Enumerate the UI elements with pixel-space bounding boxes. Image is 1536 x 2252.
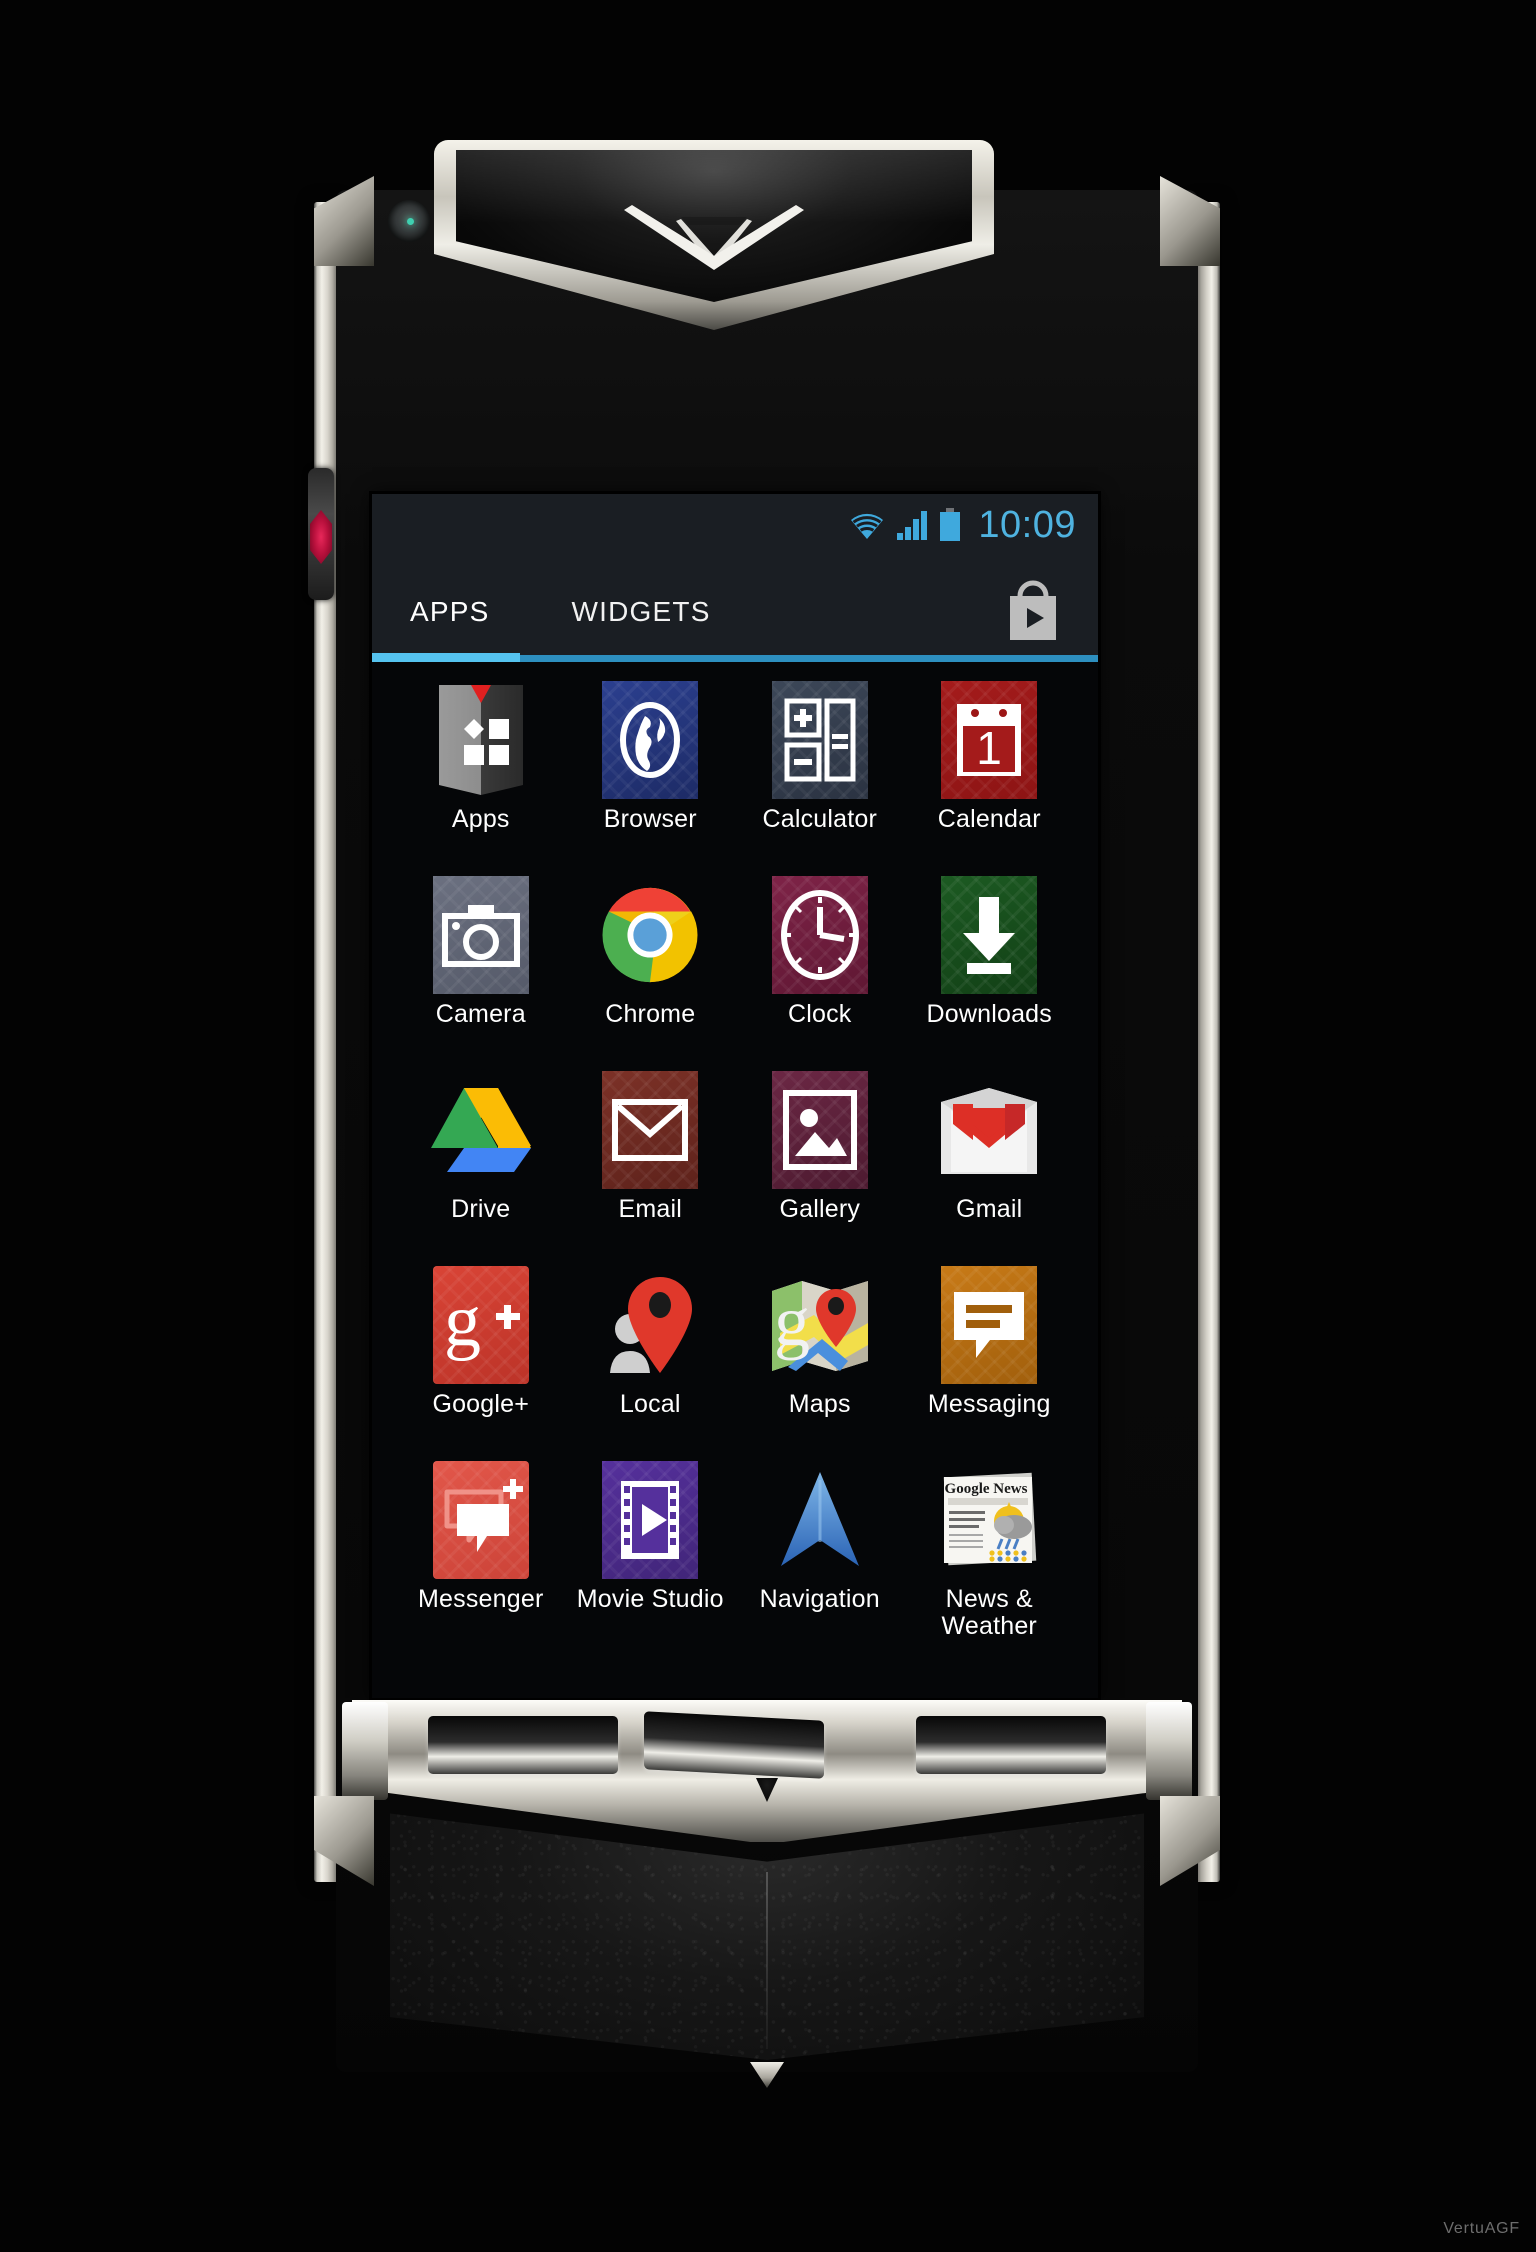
vertu-ti-phone: 10:09 APPS WIDGETS Apps Browser Calculat… <box>308 140 1220 2088</box>
chrome-slot <box>916 1716 1106 1774</box>
camera-icon <box>430 875 532 995</box>
navigation-arrow-icon <box>769 1460 871 1580</box>
app-label: Drive <box>451 1195 511 1223</box>
app-item-messaging[interactable]: Messaging <box>907 1265 1073 1460</box>
app-item-movie-studio[interactable]: Movie Studio <box>568 1460 734 1655</box>
app-label: Email <box>618 1195 682 1223</box>
gallery-photo-icon <box>769 1070 871 1190</box>
google-plus-icon: g <box>430 1265 532 1385</box>
app-grid: Apps Browser Calculator 1 Calendar Camer… <box>372 662 1098 1698</box>
front-camera-lens <box>388 200 430 242</box>
bottom-chrome-tip <box>750 2062 784 2088</box>
app-label: Gallery <box>779 1195 861 1223</box>
drawer-tab-bar: APPS WIDGETS <box>372 556 1098 662</box>
app-label: Navigation <box>759 1585 880 1613</box>
email-envelope-icon <box>599 1070 701 1190</box>
app-label: Chrome <box>605 1000 696 1028</box>
app-item-local[interactable]: Local <box>568 1265 734 1460</box>
app-item-browser[interactable]: Browser <box>568 680 734 875</box>
phone-screen: 10:09 APPS WIDGETS Apps Browser Calculat… <box>372 494 1098 1698</box>
svg-text:g: g <box>444 1287 481 1362</box>
chrome-icon <box>599 875 701 995</box>
app-item-calendar[interactable]: 1 Calendar <box>907 680 1073 875</box>
top-black-plate <box>456 150 972 302</box>
calendar-icon: 1 <box>938 680 1040 800</box>
app-label: Calculator <box>762 805 878 833</box>
messenger-icon <box>430 1460 532 1580</box>
screenshot-stage: 10:09 APPS WIDGETS Apps Browser Calculat… <box>0 0 1536 2252</box>
bottom-chrome-band <box>352 1700 1182 1842</box>
vertu-v-logo <box>624 205 804 270</box>
browser-globe-icon <box>599 680 701 800</box>
news-headline: Google News <box>945 1481 1028 1497</box>
app-label: Clock <box>787 1000 852 1028</box>
tab-underline-active <box>372 653 520 662</box>
app-label: Local <box>619 1390 681 1418</box>
app-label: Google+ <box>432 1390 530 1418</box>
app-label: News & Weather <box>941 1585 1037 1640</box>
app-item-gmail[interactable]: Gmail <box>907 1070 1073 1265</box>
chrome-end-cap-right <box>1146 1702 1192 1800</box>
app-label: Movie Studio <box>576 1585 724 1613</box>
app-item-navigation[interactable]: Navigation <box>737 1460 903 1655</box>
movie-studio-film-icon <box>599 1460 701 1580</box>
local-pin-icon <box>599 1265 701 1385</box>
svg-text:g: g <box>774 1281 810 1361</box>
app-label: Browser <box>603 805 697 833</box>
tab-apps[interactable]: APPS <box>410 590 490 628</box>
chrome-slot <box>428 1716 618 1774</box>
app-item-email[interactable]: Email <box>568 1070 734 1265</box>
chrome-slot <box>644 1711 824 1779</box>
app-item-maps[interactable]: g Maps <box>737 1265 903 1460</box>
google-drive-icon <box>430 1070 532 1190</box>
app-label: Downloads <box>926 1000 1052 1028</box>
app-item-news-weather[interactable]: Google News News & Weather <box>907 1460 1073 1655</box>
app-item-camera[interactable]: Camera <box>398 875 564 1070</box>
clock-icon <box>769 875 871 995</box>
app-item-apps[interactable]: Apps <box>398 680 564 875</box>
downloads-icon <box>938 875 1040 995</box>
app-item-chrome[interactable]: Chrome <box>568 875 734 1070</box>
cellular-signal-icon <box>897 511 928 540</box>
wifi-icon <box>851 513 884 539</box>
app-label: Apps <box>451 805 510 833</box>
app-label: Messaging <box>927 1390 1051 1418</box>
app-item-clock[interactable]: Clock <box>737 875 903 1070</box>
gmail-icon <box>938 1070 1040 1190</box>
calculator-icon <box>769 680 871 800</box>
app-label: Calendar <box>937 805 1041 833</box>
app-label: Gmail <box>956 1195 1023 1223</box>
calendar-day-number: 1 <box>976 722 1002 774</box>
google-maps-icon: g <box>769 1265 871 1385</box>
status-clock: 10:09 <box>978 503 1076 546</box>
app-label: Camera <box>435 1000 526 1028</box>
app-item-gallery[interactable]: Gallery <box>737 1070 903 1265</box>
chrome-end-cap-left <box>342 1702 388 1800</box>
play-store-bag-icon[interactable] <box>1002 578 1064 644</box>
messaging-bubble-icon <box>938 1265 1040 1385</box>
bottom-assembly <box>334 1700 1200 2088</box>
app-item-messenger[interactable]: Messenger <box>398 1460 564 1655</box>
app-item-downloads[interactable]: Downloads <box>907 875 1073 1070</box>
news-weather-icon: Google News <box>938 1460 1040 1580</box>
app-label: Maps <box>788 1390 851 1418</box>
app-item-google-plus[interactable]: g Google+ <box>398 1265 564 1460</box>
app-label: Messenger <box>418 1585 544 1613</box>
watermark: VertuAGF <box>1443 2220 1520 2237</box>
status-bar: 10:09 <box>372 494 1098 556</box>
app-item-drive[interactable]: Drive <box>398 1070 564 1265</box>
ruby-side-key[interactable] <box>308 468 334 600</box>
leather-seam <box>766 1872 768 2050</box>
app-item-calculator[interactable]: Calculator <box>737 680 903 875</box>
tab-widgets[interactable]: WIDGETS <box>572 590 711 628</box>
battery-icon <box>940 508 961 541</box>
apps-drawer-icon <box>430 680 532 800</box>
